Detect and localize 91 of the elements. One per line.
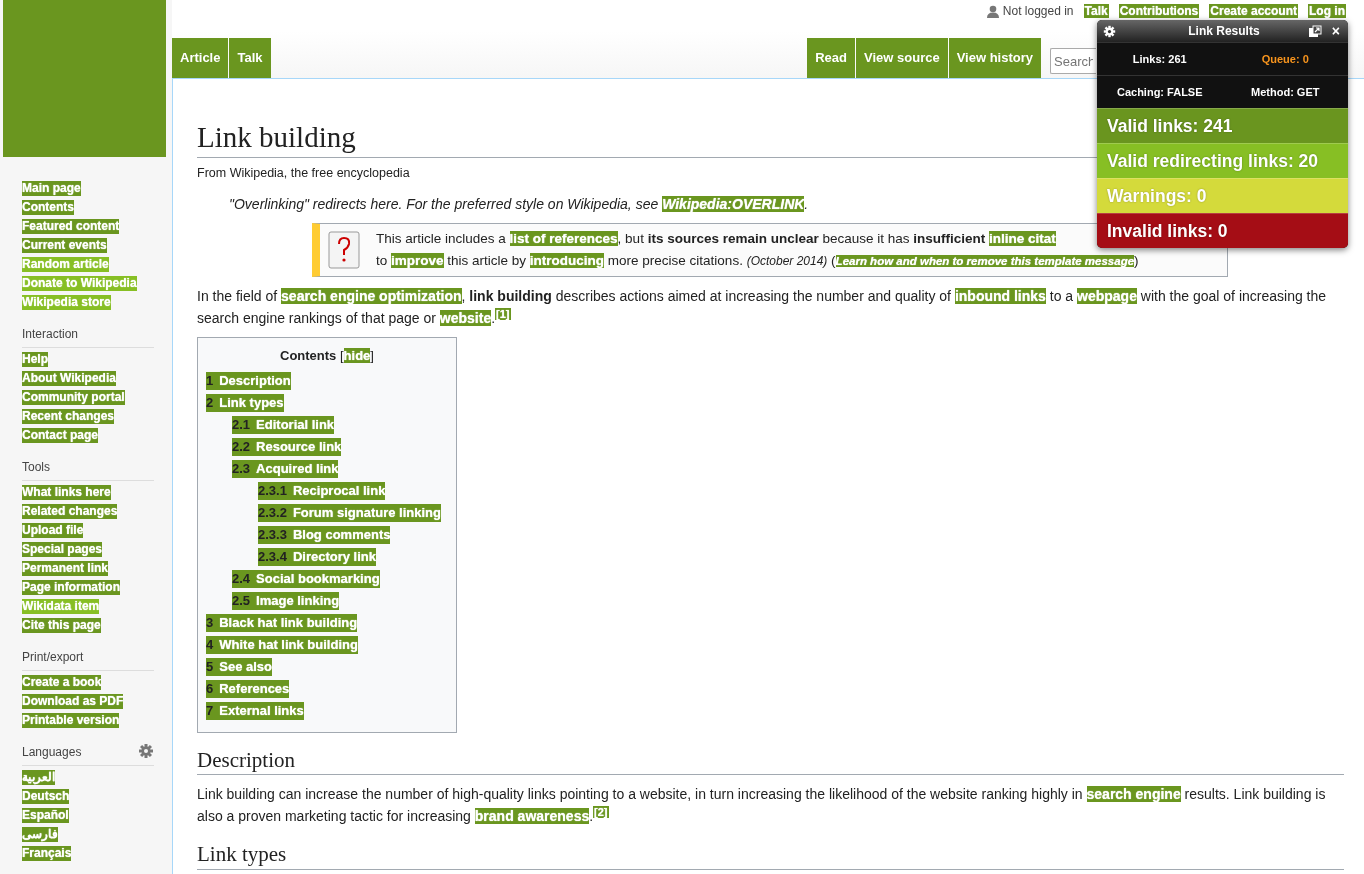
section-heading: Description (197, 746, 1344, 776)
link[interactable]: inbound links (954, 288, 1046, 305)
sidebar-link[interactable]: العربية (22, 770, 55, 785)
outline-link[interactable]: 2 Link types (206, 393, 284, 412)
outline-link[interactable]: 7 External links (206, 701, 304, 720)
link[interactable]: improve (391, 253, 444, 269)
paragraph: Link building can increase the number of high-quality links pointing to a website, in turn increasing the likelihood of the website ranking highly in search engine results. Link building is also a proven marketing tactic for increasing brand awareness.$^{[2]}$ (197, 785, 1327, 827)
popout-icon[interactable] (1307, 24, 1322, 38)
sidebar-link[interactable]: What links here (22, 485, 111, 500)
sidebar-link[interactable]: Current events (22, 238, 107, 253)
result-bar: Valid links: 241 (1097, 108, 1348, 143)
sidebar-link[interactable]: Page information (22, 580, 120, 595)
sidebar-link[interactable]: Cite this page (22, 618, 101, 633)
result-bar: Warnings: 0 (1097, 178, 1348, 213)
view-tab[interactable]: Read (807, 38, 855, 78)
login-status: Not logged in (1002, 4, 1074, 18)
paragraph: In the field of search engine optimization, link building describes actions aimed at increasing the number and quality of inbound links to a webpage with the goal of increasing the search engine rankings of that page or website.$^{[1]}$ (197, 287, 1328, 329)
toggle-bracket: ] (370, 348, 374, 364)
outline-link[interactable]: 2.3.4 Directory link (258, 547, 376, 566)
reference-link[interactable]: [2] (593, 805, 609, 818)
link[interactable]: website (439, 310, 492, 327)
reference-link[interactable]: [1] (495, 307, 511, 320)
user-link[interactable]: Log in (1308, 4, 1346, 18)
link[interactable]: search engine optimization (281, 288, 462, 305)
panel-stat: Method: GET (1250, 84, 1321, 100)
link[interactable]: webpage (1077, 288, 1137, 305)
sidebar-link[interactable]: Wikidata item (22, 599, 100, 614)
link[interactable]: list of references (509, 231, 618, 247)
user-link[interactable]: Contributions (1118, 4, 1200, 18)
link[interactable]: search engine (1086, 786, 1181, 803)
sidebar-link[interactable]: Special pages (22, 542, 103, 557)
contents-title: Contents (280, 348, 337, 364)
sidebar-heading: Print/export (22, 649, 84, 666)
sidebar-link[interactable]: Español (22, 808, 69, 823)
outline-link[interactable]: 2.3.3 Blog comments (258, 525, 391, 544)
outline-link[interactable]: 2.4 Social bookmarking (232, 569, 380, 588)
sidebar-link[interactable]: Printable version (22, 713, 120, 728)
panel-stat: Caching: FALSE (1115, 84, 1204, 100)
tagline: From Wikipedia, the free encyclopedia (197, 164, 411, 182)
sidebar-link[interactable]: Français (22, 846, 72, 861)
outline-link[interactable]: 3 Black hat link building (206, 613, 358, 632)
sidebar-heading: Tools (22, 459, 50, 476)
sidebar-link[interactable]: Deutsch (22, 789, 70, 804)
outline-link[interactable]: 2.2 Resource link (232, 437, 342, 456)
user-icon (986, 4, 999, 18)
sidebar-link[interactable]: Upload file (22, 523, 84, 538)
outline-link[interactable]: 6 References (206, 679, 290, 698)
panel-stat: Links: 261 (1131, 51, 1188, 67)
panel-stat: Queue: 0 (1260, 51, 1310, 67)
sidebar-link[interactable]: Related changes (22, 504, 118, 519)
sidebar-link[interactable]: Wikipedia store (22, 295, 111, 310)
sidebar-link[interactable]: About Wikipedia (22, 371, 116, 386)
sidebar-link[interactable]: Community portal (22, 390, 125, 405)
page-tab[interactable]: Talk (229, 38, 271, 78)
view-tab[interactable]: View source (856, 38, 948, 78)
user-link[interactable]: Talk (1083, 4, 1109, 18)
link[interactable]: Wikipedia:OVERLINK (662, 196, 805, 213)
section-heading: Link types (197, 841, 1344, 870)
close-button[interactable]: × (1329, 24, 1342, 38)
outline-link[interactable]: 4 White hat link building (206, 635, 358, 654)
sidebar-heading: Interaction (22, 326, 79, 343)
question-icon (328, 231, 360, 270)
result-bar: Invalid links: 0 (1097, 213, 1348, 248)
link[interactable]: inline citat (989, 231, 1056, 247)
toggle-bracket: [ (340, 348, 344, 364)
result-bar: Valid redirecting links: 20 (1097, 143, 1348, 178)
outline-link[interactable]: 2.5 Image linking (232, 591, 340, 610)
sidebar-link[interactable]: Donate to Wikipedia (22, 276, 137, 291)
sidebar-link[interactable]: Create a book (22, 675, 102, 690)
view-tab[interactable]: View history (948, 38, 1041, 78)
outline-link[interactable]: 1 Description (206, 371, 291, 390)
sidebar-link[interactable]: Permanent link (22, 561, 109, 576)
sidebar-link[interactable]: فارسی (22, 827, 58, 842)
user-link[interactable]: Create account (1209, 4, 1298, 18)
outline-link[interactable]: 5 See also (206, 657, 272, 676)
sidebar-link[interactable]: Recent changes (22, 409, 115, 424)
panel-title: Link Results (1188, 23, 1260, 40)
sidebar-link[interactable]: Contents (22, 200, 74, 215)
link[interactable]: introducing (529, 253, 605, 269)
sidebar-link[interactable]: Contact page (22, 428, 98, 443)
page-tab[interactable]: Article (172, 38, 229, 78)
notice-text: This article includes a list of references, but its sources remain unclear because it has insufficient inline citat (376, 230, 1056, 249)
sidebar-link[interactable]: Random article (22, 257, 109, 272)
settings-icon[interactable] (1103, 24, 1116, 38)
sidebar-link[interactable]: Help (22, 352, 48, 367)
sidebar-link[interactable]: Main page (22, 181, 81, 196)
sidebar-link[interactable]: Featured content (22, 219, 120, 234)
outline-link[interactable]: 2.1 Editorial link (232, 415, 335, 434)
sidebar-heading: Languages (22, 744, 82, 761)
outline-link[interactable]: 2.3.2 Forum signature linking (258, 503, 441, 522)
sidebar-link[interactable]: Download as PDF (22, 694, 124, 709)
